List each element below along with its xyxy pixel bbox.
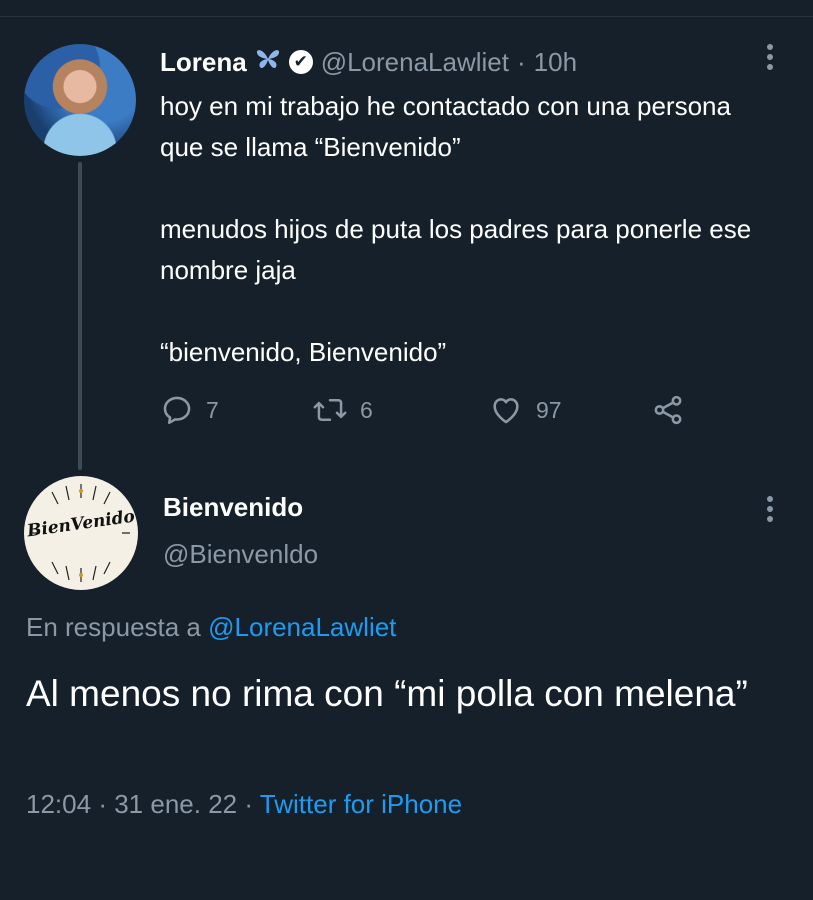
avatar-bienvenido[interactable]: BienVenido bbox=[24, 476, 138, 590]
handle[interactable]: @Bienvenldo bbox=[163, 539, 318, 570]
retweet-icon bbox=[312, 393, 348, 427]
like-button[interactable]: 97 bbox=[488, 390, 562, 430]
reply-context: En respuesta a @LorenaLawliet bbox=[26, 612, 396, 643]
separator: · bbox=[516, 46, 526, 77]
reply-text: Al menos no rima con “mi polla con melen… bbox=[26, 673, 748, 714]
tweet-paragraph: “bienvenido, Bienvenido” bbox=[160, 337, 447, 367]
handle[interactable]: @LorenaLawliet bbox=[321, 47, 509, 78]
tweet-paragraph: menudos hijos de puta los padres para po… bbox=[160, 214, 752, 285]
display-name[interactable]: Lorena bbox=[160, 47, 247, 78]
reply-icon bbox=[160, 393, 194, 427]
butterfly-icon bbox=[255, 47, 281, 78]
tweet-meta: 12:04 · 31 ene. 22 · Twitter for iPhone bbox=[26, 789, 462, 820]
top-divider bbox=[0, 16, 813, 17]
reply-to-handle-link[interactable]: @LorenaLawliet bbox=[208, 612, 396, 642]
separator: · bbox=[98, 789, 107, 819]
tweet-paragraph: hoy en mi trabajo he contactado con una … bbox=[160, 91, 731, 162]
reply-count: 7 bbox=[206, 396, 219, 423]
tweet-date[interactable]: 31 ene. 22 bbox=[114, 789, 237, 819]
display-name[interactable]: Bienvenido bbox=[163, 492, 303, 523]
share-icon bbox=[650, 393, 686, 427]
more-options-icon[interactable] bbox=[765, 44, 775, 70]
heart-icon bbox=[488, 393, 524, 427]
tweet-header: Lorena ✔ @LorenaLawliet · 10h bbox=[160, 42, 577, 82]
more-options-icon[interactable] bbox=[765, 496, 775, 522]
retweet-button[interactable]: 6 bbox=[312, 390, 373, 430]
timestamp[interactable]: 10h bbox=[534, 47, 577, 78]
thread-connector-line bbox=[78, 162, 82, 470]
source-link[interactable]: Twitter for iPhone bbox=[260, 789, 462, 819]
verified-badge-icon: ✔ bbox=[288, 50, 313, 74]
share-button[interactable] bbox=[650, 390, 686, 430]
like-count: 97 bbox=[536, 396, 562, 423]
avatar-lorena[interactable] bbox=[24, 44, 136, 156]
reply-prefix: En respuesta a bbox=[26, 612, 201, 642]
reply-button[interactable]: 7 bbox=[160, 390, 219, 430]
retweet-count: 6 bbox=[360, 396, 373, 423]
tweet-text: hoy en mi trabajo he contactado con una … bbox=[160, 86, 760, 373]
tweet-actions: 7 6 97 bbox=[160, 390, 700, 430]
separator: · bbox=[244, 789, 254, 819]
tweet-time[interactable]: 12:04 bbox=[26, 789, 91, 819]
